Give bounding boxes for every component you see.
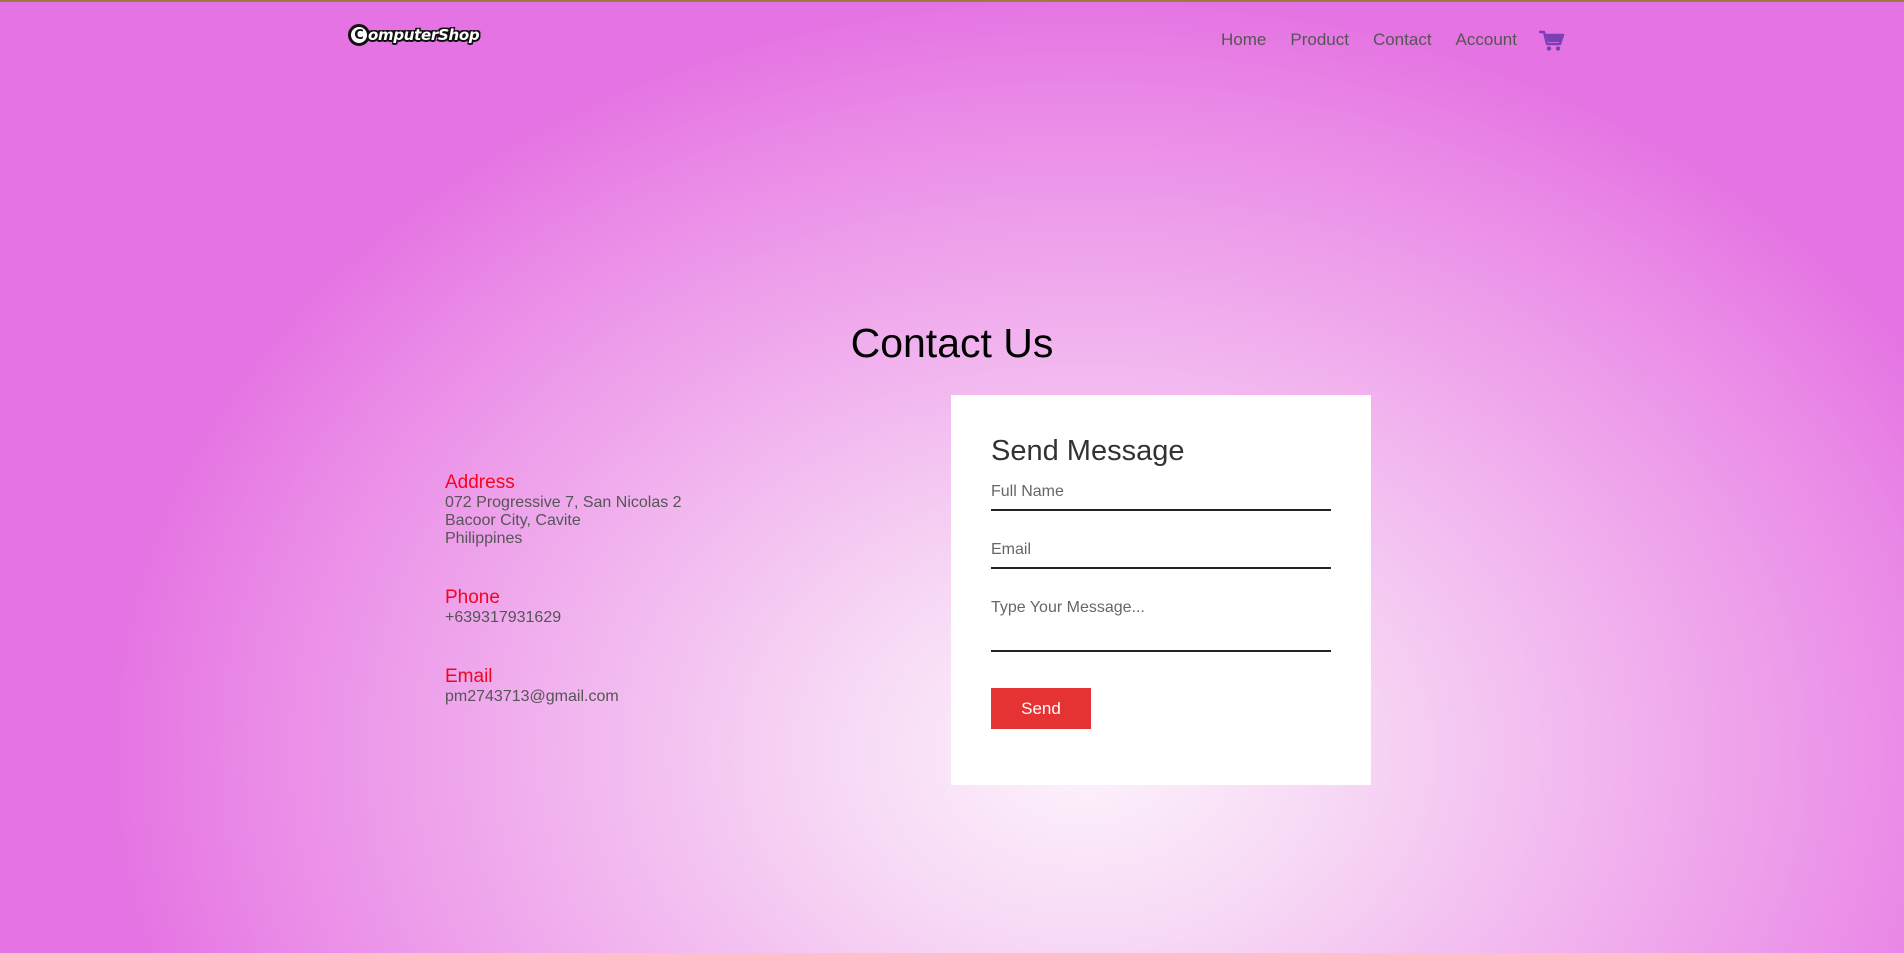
- send-message-card: Send Message Send: [951, 395, 1371, 785]
- phone-value: +639317931629: [445, 609, 562, 626]
- logo[interactable]: C omputerShop: [348, 24, 480, 46]
- address-line-1: 072 Progressive 7, San Nicolas 2: [445, 494, 682, 511]
- address-line-2: Bacoor City, Cavite: [445, 512, 581, 529]
- send-button[interactable]: Send: [991, 688, 1091, 729]
- nav-contact[interactable]: Contact: [1373, 30, 1432, 50]
- shopping-cart-icon[interactable]: [1538, 30, 1565, 52]
- contact-info: Address 072 Progressive 7, San Nicolas 2…: [445, 472, 825, 745]
- logo-text: omputerShop: [368, 26, 480, 44]
- email-value: pm2743713@gmail.com: [445, 688, 619, 705]
- main-nav: Home Product Contact Account: [1221, 29, 1565, 51]
- address-heading: Address: [445, 472, 515, 493]
- email-block: Email pm2743713@gmail.com: [445, 666, 825, 706]
- fullname-input[interactable]: [991, 479, 1331, 509]
- nav-account[interactable]: Account: [1456, 30, 1517, 50]
- site-header: C omputerShop Home Product Contact Accou…: [0, 2, 1904, 74]
- phone-heading: Phone: [445, 587, 500, 608]
- logo-mark: C: [348, 24, 370, 46]
- email-heading: Email: [445, 666, 493, 687]
- phone-block: Phone +639317931629: [445, 587, 825, 627]
- message-field: [991, 595, 1331, 652]
- nav-product[interactable]: Product: [1290, 30, 1349, 50]
- fullname-field: [991, 479, 1331, 511]
- page-title: Contact Us: [850, 320, 1054, 366]
- address-block: Address 072 Progressive 7, San Nicolas 2…: [445, 472, 825, 548]
- form-title: Send Message: [991, 435, 1185, 467]
- address-line-3: Philippines: [445, 530, 523, 547]
- email-input[interactable]: [991, 537, 1331, 567]
- message-input[interactable]: [991, 595, 1331, 645]
- nav-home[interactable]: Home: [1221, 30, 1266, 50]
- email-field: [991, 537, 1331, 569]
